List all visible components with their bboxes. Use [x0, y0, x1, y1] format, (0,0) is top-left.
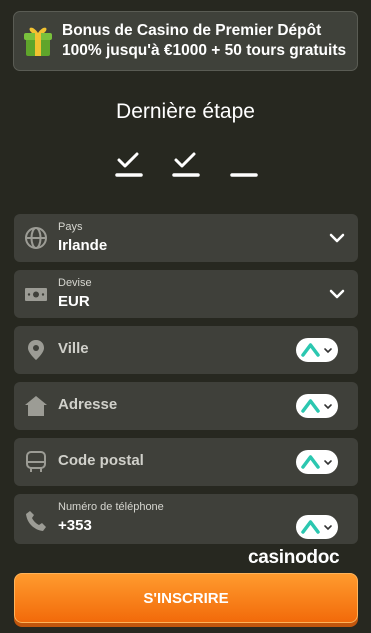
- bonus-offer: 100% jusqu'à €1000 + 50 tours gratuits: [62, 42, 347, 59]
- currency-select[interactable]: Devise EUR: [14, 270, 358, 318]
- country-value: Irlande: [58, 237, 108, 254]
- address-placeholder: Adresse: [58, 396, 118, 413]
- banknote-icon: [24, 282, 48, 306]
- postal-code-field[interactable]: Code postal: [14, 438, 358, 486]
- currency-value: EUR: [58, 293, 90, 310]
- autofill-button[interactable]: [296, 338, 338, 362]
- step-indicator: [0, 150, 371, 180]
- autofill-button[interactable]: [296, 394, 338, 418]
- phone-value: +353: [58, 517, 92, 534]
- phone-label: Numéro de téléphone: [58, 501, 164, 513]
- chevron-down-icon[interactable]: [328, 285, 346, 303]
- gift-icon: [24, 24, 52, 58]
- step-2-check-icon: [172, 150, 200, 180]
- country-label: Pays: [58, 221, 83, 233]
- chevron-down-icon[interactable]: [328, 229, 346, 247]
- address-field[interactable]: Adresse: [14, 382, 358, 430]
- postal-code-placeholder: Code postal: [58, 452, 144, 469]
- page-title: Dernière étape: [116, 100, 255, 123]
- phone-icon: [24, 509, 48, 533]
- autofill-button[interactable]: [296, 450, 338, 474]
- home-icon: [24, 394, 48, 418]
- globe-icon: [24, 226, 48, 250]
- autofill-button[interactable]: [296, 515, 338, 539]
- country-select[interactable]: Pays Irlande: [14, 214, 358, 262]
- currency-label: Devise: [58, 277, 92, 289]
- bonus-banner[interactable]: Bonus de Casino de Premier Dépôt 100% ju…: [13, 11, 358, 71]
- city-field[interactable]: Ville: [14, 326, 358, 374]
- step-1-check-icon: [115, 150, 143, 180]
- bonus-title: Bonus de Casino de Premier Dépôt: [62, 22, 322, 39]
- step-3-current: [230, 150, 258, 180]
- casinodoc-logo: casinodoc: [248, 547, 340, 568]
- city-placeholder: Ville: [58, 340, 89, 357]
- mailbox-icon: [24, 450, 48, 474]
- phone-field[interactable]: Numéro de téléphone +353: [14, 494, 358, 544]
- location-pin-icon: [24, 338, 48, 362]
- register-button[interactable]: S'INSCRIRE: [14, 573, 358, 623]
